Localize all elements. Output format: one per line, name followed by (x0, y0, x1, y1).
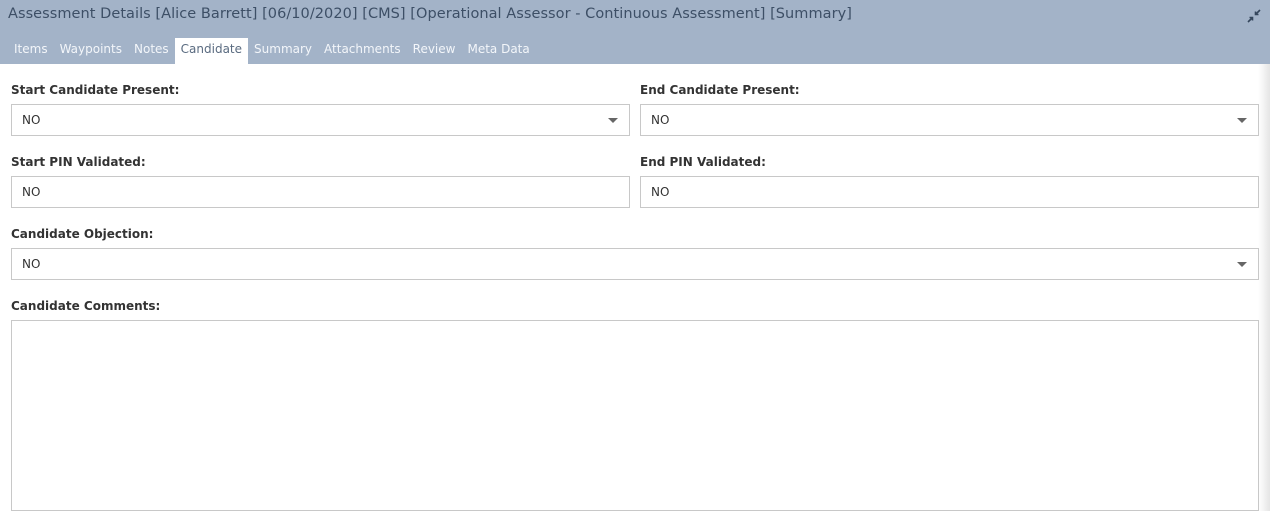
start-pin-validated-field[interactable]: NO (11, 176, 630, 208)
dropdown-caret-icon (1237, 118, 1247, 123)
start-candidate-present-value: NO (22, 113, 41, 127)
end-candidate-present-label: End Candidate Present: (640, 83, 800, 97)
start-candidate-present-label: Start Candidate Present: (11, 83, 180, 97)
tab-notes[interactable]: Notes (128, 38, 175, 64)
window-header: Assessment Details [Alice Barrett] [06/1… (0, 0, 1270, 64)
start-pin-validated-value: NO (22, 185, 41, 199)
collapse-arrows-icon[interactable] (1247, 8, 1261, 23)
tab-bar: Items Waypoints Notes Candidate Summary … (8, 38, 536, 64)
tab-attachments[interactable]: Attachments (318, 38, 407, 64)
candidate-comments-textarea[interactable] (11, 320, 1259, 511)
start-pin-validated-label: Start PIN Validated: (11, 155, 146, 169)
end-pin-validated-value: NO (651, 185, 670, 199)
dropdown-caret-icon (608, 118, 618, 123)
dropdown-caret-icon (1237, 262, 1247, 267)
candidate-form: Start Candidate Present: NO End Candidat… (0, 64, 1270, 511)
tab-summary[interactable]: Summary (248, 38, 318, 64)
candidate-comments-label: Candidate Comments: (11, 299, 161, 313)
end-pin-validated-field[interactable]: NO (640, 176, 1259, 208)
tab-meta-data[interactable]: Meta Data (461, 38, 535, 64)
tab-items[interactable]: Items (8, 38, 54, 64)
end-candidate-present-value: NO (651, 113, 670, 127)
tab-waypoints[interactable]: Waypoints (54, 38, 128, 64)
end-pin-validated-label: End PIN Validated: (640, 155, 766, 169)
tab-candidate[interactable]: Candidate (174, 38, 249, 64)
window-title: Assessment Details [Alice Barrett] [06/1… (8, 6, 852, 22)
candidate-objection-select[interactable]: NO (11, 248, 1259, 280)
end-candidate-present-select[interactable]: NO (640, 104, 1259, 136)
candidate-objection-label: Candidate Objection: (11, 227, 154, 241)
tab-review[interactable]: Review (407, 38, 462, 64)
candidate-objection-value: NO (22, 257, 41, 271)
start-candidate-present-select[interactable]: NO (11, 104, 630, 136)
